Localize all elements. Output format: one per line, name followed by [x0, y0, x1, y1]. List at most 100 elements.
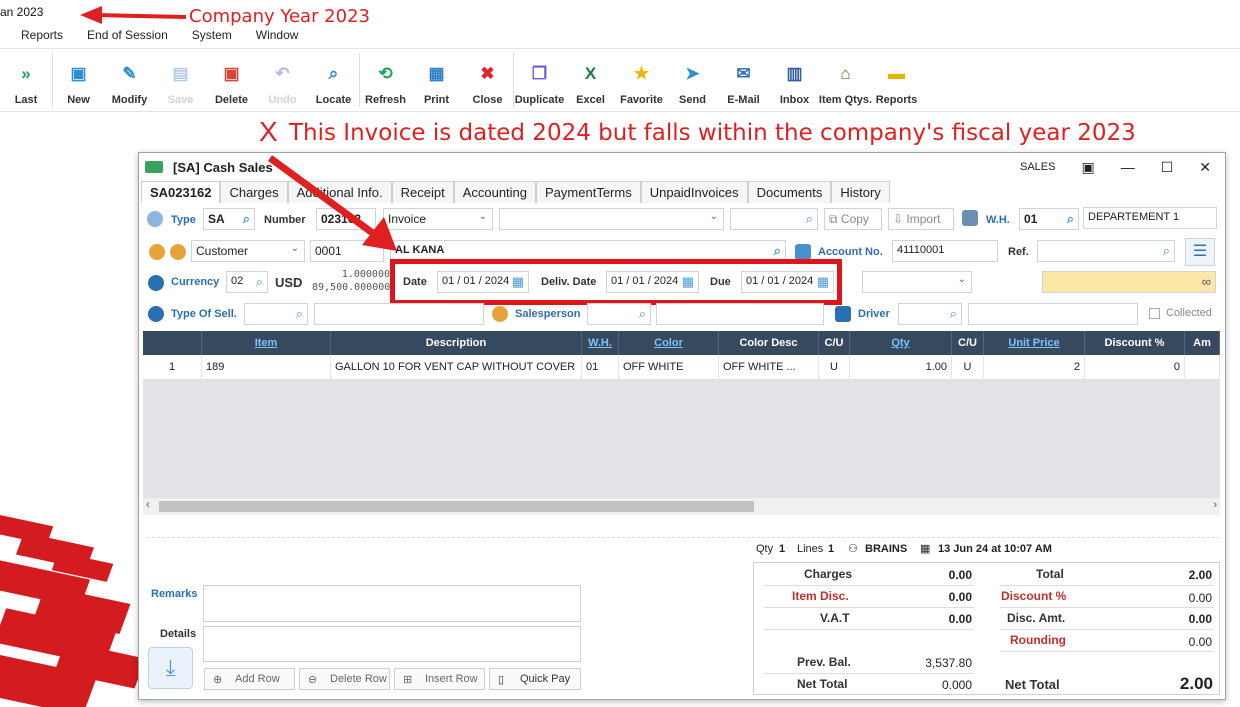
search-icon[interactable]: ⌕: [256, 274, 263, 290]
type-of-sell-field[interactable]: ⌕: [244, 303, 308, 325]
horizontal-scrollbar[interactable]: ‹ ›: [143, 498, 1220, 515]
cell-item[interactable]: 189: [202, 355, 331, 379]
window-module-label: SALES: [1020, 161, 1056, 173]
highlight-search-field[interactable]: ∞: [1042, 271, 1216, 293]
cell-wh[interactable]: 01: [582, 355, 619, 379]
salesperson-field[interactable]: ⌕: [587, 303, 651, 325]
toolbar-button-e-mail[interactable]: ✉ E-Mail: [718, 49, 769, 111]
tab-documents[interactable]: Documents: [747, 181, 832, 203]
search-icon[interactable]: ⌕: [1067, 211, 1074, 227]
toolbar-button-print[interactable]: ▦ Print: [411, 49, 462, 111]
col-cu-2[interactable]: C/U: [952, 331, 984, 355]
col-description[interactable]: Description: [331, 331, 582, 355]
menu-bar: Reports End of Session System Window: [0, 28, 302, 46]
cell-unit-price[interactable]: 2: [984, 355, 1085, 379]
minimize-icon[interactable]: —: [1121, 159, 1135, 175]
toolbar-button-refresh[interactable]: ⟲ Refresh: [360, 49, 411, 111]
toolbar-button-last[interactable]: » Last: [0, 49, 52, 111]
image-icon[interactable]: ▣: [1081, 159, 1094, 176]
collected-checkbox[interactable]: [1149, 308, 1160, 319]
toolbar-button-inbox[interactable]: ▥ Inbox: [769, 49, 820, 111]
col-wh[interactable]: W.H.: [582, 331, 619, 355]
qty-label: Qty: [756, 543, 774, 555]
col-discount[interactable]: Discount %: [1085, 331, 1185, 355]
details-field[interactable]: [203, 626, 581, 662]
toolbar-button-close[interactable]: ✖ Close: [462, 49, 513, 111]
driver-field[interactable]: ⌕: [898, 303, 962, 325]
import-button[interactable]: ⇩ Import: [888, 208, 954, 230]
binoculars-icon[interactable]: ∞: [1202, 274, 1211, 289]
search-icon[interactable]: ⌕: [639, 306, 646, 322]
toolbar-button-label: Modify: [111, 94, 148, 106]
insert-row-button[interactable]: ⊞ Insert Row: [394, 668, 485, 690]
toolbar-button-locate[interactable]: ⌕ Locate: [308, 49, 359, 111]
cell-description[interactable]: GALLON 10 FOR VENT CAP WITHOUT COVER: [331, 355, 582, 379]
table-row[interactable]: 1 189 GALLON 10 FOR VENT CAP WITHOUT COV…: [143, 355, 1220, 379]
toolbar-button-save[interactable]: ▤ Save: [155, 49, 206, 111]
maximize-icon[interactable]: ☐: [1161, 159, 1174, 176]
col-qty[interactable]: Qty: [850, 331, 952, 355]
cell-amount[interactable]: [1185, 355, 1220, 379]
wh-field[interactable]: 01 ⌕: [1019, 208, 1079, 230]
col-unit-price[interactable]: Unit Price: [984, 331, 1085, 355]
menu-window[interactable]: Window: [256, 28, 299, 46]
col-amount[interactable]: Am: [1185, 331, 1220, 355]
search-field[interactable]: ⌕: [730, 208, 818, 230]
type-field[interactable]: SA ⌕: [203, 208, 255, 230]
account-field[interactable]: 41110001: [892, 240, 998, 262]
toolbar-button-duplicate[interactable]: ❐ Duplicate: [514, 49, 565, 111]
toolbar-button-favorite[interactable]: ★ Favorite: [616, 49, 667, 111]
payment-select[interactable]: ⌄: [862, 271, 972, 293]
scroll-left-icon[interactable]: ‹: [146, 499, 150, 511]
menu-reports[interactable]: Reports: [21, 28, 63, 46]
currency-code-field[interactable]: 02 ⌕: [226, 271, 268, 293]
toolbar-button-send[interactable]: ➤ Send: [667, 49, 718, 111]
toolbar-button-delete[interactable]: ▣ Delete: [206, 49, 257, 111]
doc-subtype-select[interactable]: ⌄: [499, 208, 724, 230]
toolbar-button-excel[interactable]: X Excel: [565, 49, 616, 111]
toolbar-button-reports[interactable]: ▬ Reports: [871, 49, 922, 111]
search-icon[interactable]: ⌕: [774, 243, 781, 259]
toolbar-button-modify[interactable]: ✎ Modify: [104, 49, 155, 111]
menu-system[interactable]: System: [192, 28, 232, 46]
tab-history[interactable]: History: [831, 181, 890, 203]
window-close-icon[interactable]: ✕: [1199, 159, 1211, 176]
delete-row-button[interactable]: ⊖ Delete Row: [299, 668, 390, 690]
add-row-button[interactable]: ⊕ Add Row: [204, 668, 295, 690]
menu-end-of-session[interactable]: End of Session: [87, 28, 168, 46]
col-color[interactable]: Color: [619, 331, 719, 355]
discount-pct-label: Discount %: [1001, 589, 1067, 603]
copy-button[interactable]: ⧉ Copy: [824, 208, 882, 230]
search-icon[interactable]: ⌕: [1163, 243, 1170, 259]
cell-cu[interactable]: U: [819, 355, 850, 379]
tab-invoice-number[interactable]: SA023162: [141, 181, 221, 203]
cell-cu-2[interactable]: U: [952, 355, 984, 379]
remarks-field[interactable]: [203, 585, 581, 622]
toolbar-button-item-qtys[interactable]: ⌂ Item Qtys.: [819, 49, 872, 111]
divider: [147, 537, 1220, 538]
tab-payment-terms[interactable]: PaymentTerms: [536, 181, 641, 203]
cell-discount[interactable]: 0: [1085, 355, 1185, 379]
quick-pay-button[interactable]: ▯ Quick Pay: [489, 668, 581, 690]
cell-color-desc[interactable]: OFF WHITE ...: [719, 355, 819, 379]
scrollbar-thumb[interactable]: [159, 501, 754, 512]
search-icon[interactable]: ⌕: [243, 211, 250, 227]
tab-unpaid-invoices[interactable]: UnpaidInvoices: [640, 181, 748, 203]
ref-field[interactable]: ⌕: [1037, 240, 1175, 262]
col-color-desc[interactable]: Color Desc: [719, 331, 819, 355]
scroll-right-icon[interactable]: ›: [1213, 499, 1217, 511]
search-icon[interactable]: ⌕: [950, 306, 957, 322]
toolbar-button-new[interactable]: ▣ New: [53, 49, 104, 111]
type-of-sell-name-field: [314, 303, 484, 325]
search-icon: ⌕: [328, 64, 339, 83]
col-cu[interactable]: C/U: [819, 331, 850, 355]
cell-qty[interactable]: 1.00: [850, 355, 952, 379]
toolbar-button-undo[interactable]: ↶ Undo: [257, 49, 308, 111]
search-icon[interactable]: ⌕: [296, 306, 303, 322]
list-view-icon[interactable]: ☰: [1185, 238, 1215, 266]
cell-color[interactable]: OFF WHITE: [619, 355, 719, 379]
tab-accounting[interactable]: Accounting: [453, 181, 537, 203]
col-item[interactable]: Item: [202, 331, 331, 355]
search-icon[interactable]: ⌕: [806, 211, 813, 227]
download-icon[interactable]: ⤓: [148, 647, 193, 689]
